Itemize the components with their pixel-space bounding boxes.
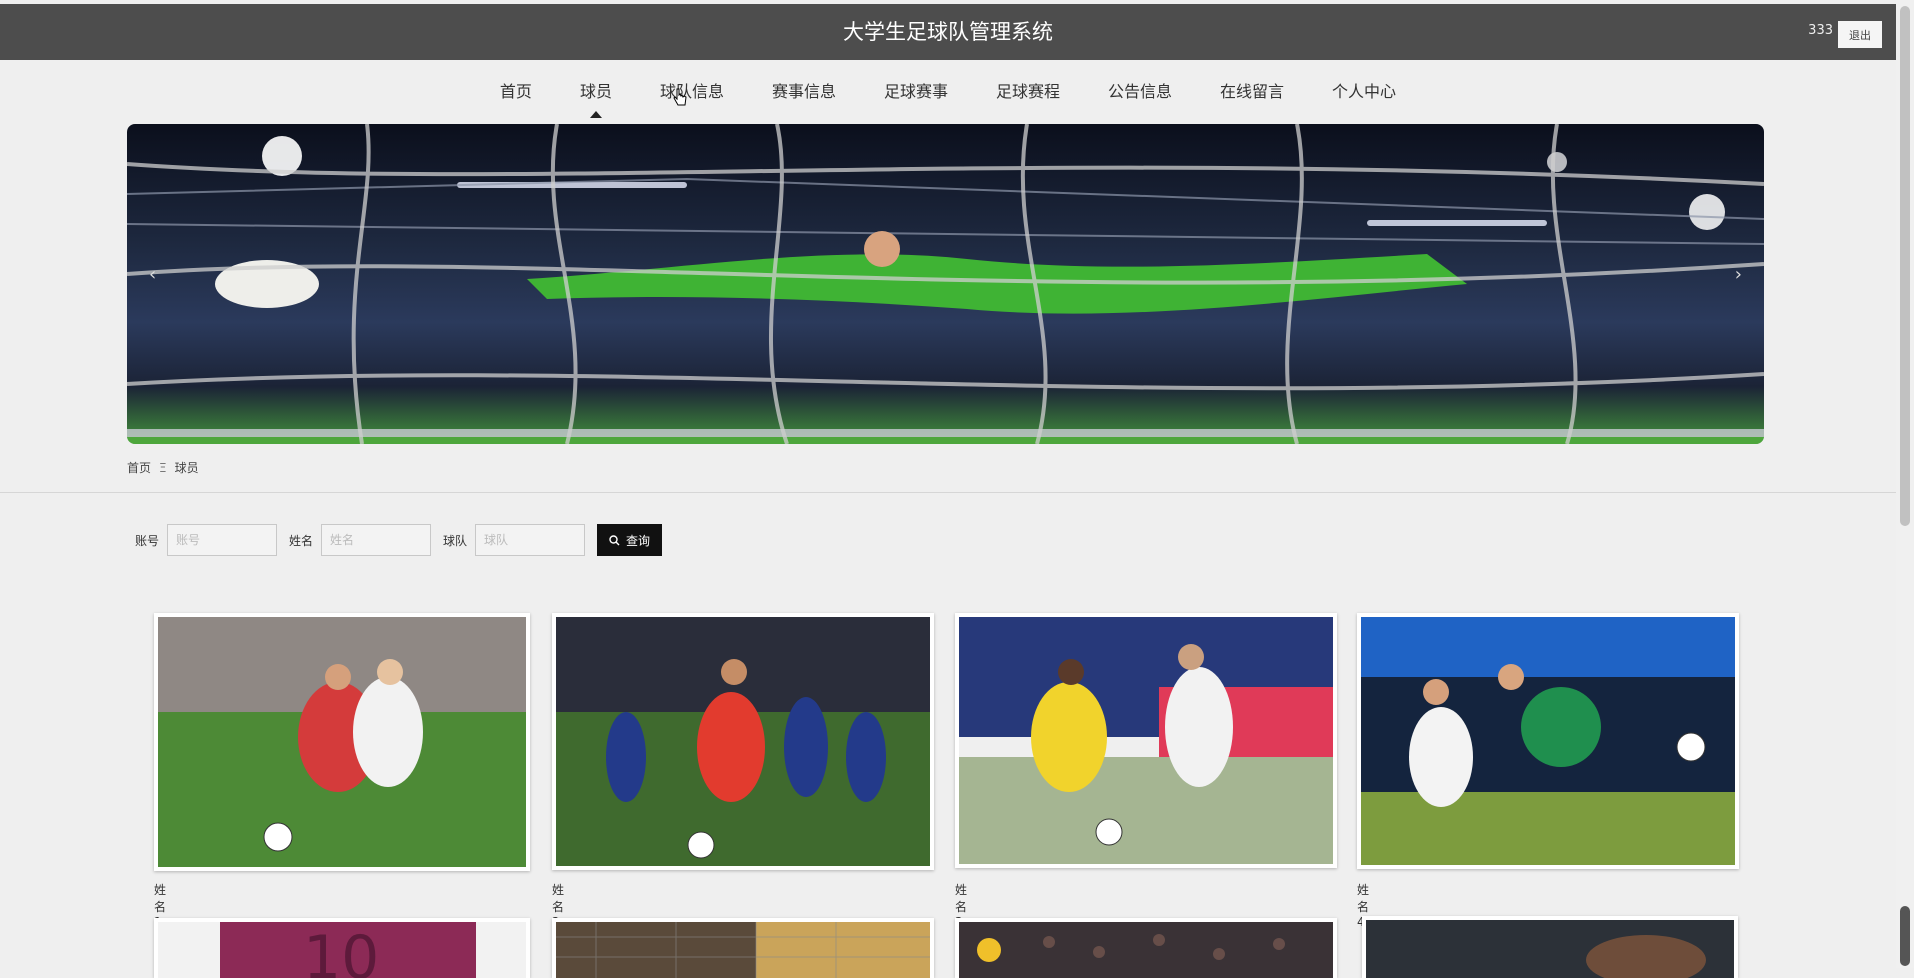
player-image [556, 922, 930, 978]
player-photo[interactable]: 10 [154, 918, 530, 978]
nav-item-football-events[interactable]: 足球赛事 [884, 78, 948, 102]
breadcrumb-current: 球员 [174, 461, 199, 475]
team-input[interactable] [475, 524, 586, 556]
player-image [959, 617, 1333, 864]
player-image [1361, 617, 1735, 865]
hero-carousel[interactable]: ‹ › [127, 124, 1764, 444]
search-button[interactable]: 查询 [597, 524, 663, 556]
main-nav: 首页 球员 球队信息 赛事信息 足球赛事 足球赛程 公告信息 在线留言 个人中心 [0, 60, 1896, 120]
site-title: 大学生足球队管理系统 [843, 20, 1053, 44]
player-photo[interactable] [552, 918, 934, 978]
name-label: 姓名 [289, 533, 314, 548]
player-image [959, 922, 1333, 978]
search-bar: 账号 姓名 球队 查询 [135, 524, 663, 556]
player-image: 10 [158, 922, 526, 978]
player-photo[interactable] [955, 918, 1337, 978]
side-handle[interactable] [1900, 906, 1910, 966]
team-label: 球队 [443, 533, 468, 548]
nav-item-messages[interactable]: 在线留言 [1220, 78, 1284, 102]
breadcrumb-home[interactable]: 首页 [127, 461, 151, 475]
section-divider [0, 492, 1896, 493]
page-scrollbar[interactable] [1896, 0, 1914, 968]
logout-button[interactable]: 退出 [1838, 21, 1882, 48]
player-photo[interactable] [955, 613, 1337, 868]
player-image [556, 617, 930, 866]
search-button-label: 查询 [626, 533, 651, 548]
nav-item-event-info[interactable]: 赛事信息 [772, 78, 836, 102]
account-label: 账号 [135, 533, 160, 548]
mouse-cursor-icon [673, 88, 687, 106]
breadcrumb-separator: Ξ [159, 461, 167, 475]
top-header: 大学生足球队管理系统 333 退出 [0, 4, 1896, 60]
player-photo[interactable] [154, 613, 530, 871]
player-image [1366, 920, 1734, 978]
breadcrumb: 首页 Ξ 球员 [127, 459, 199, 476]
nav-item-profile[interactable]: 个人中心 [1332, 78, 1396, 102]
nav-item-team-info[interactable]: 球队信息 [660, 78, 724, 102]
player-image [158, 617, 526, 867]
goalkeeper-banner-image [127, 124, 1764, 444]
player-photo[interactable] [552, 613, 934, 870]
username: 333 [1808, 23, 1833, 38]
nav-item-schedule[interactable]: 足球赛程 [996, 78, 1060, 102]
search-icon [609, 534, 620, 545]
player-photo[interactable] [1362, 916, 1738, 978]
account-input[interactable] [167, 524, 278, 556]
name-input[interactable] [321, 524, 432, 556]
nav-item-players[interactable]: 球员 [580, 78, 612, 118]
nav-item-announcements[interactable]: 公告信息 [1108, 78, 1172, 102]
carousel-prev-icon[interactable]: ‹ [149, 264, 156, 285]
player-photo[interactable] [1357, 613, 1739, 869]
carousel-next-icon[interactable]: › [1735, 264, 1742, 285]
nav-item-home[interactable]: 首页 [500, 78, 532, 102]
scrollbar-thumb[interactable] [1900, 6, 1910, 526]
svg-text:10: 10 [303, 923, 379, 978]
